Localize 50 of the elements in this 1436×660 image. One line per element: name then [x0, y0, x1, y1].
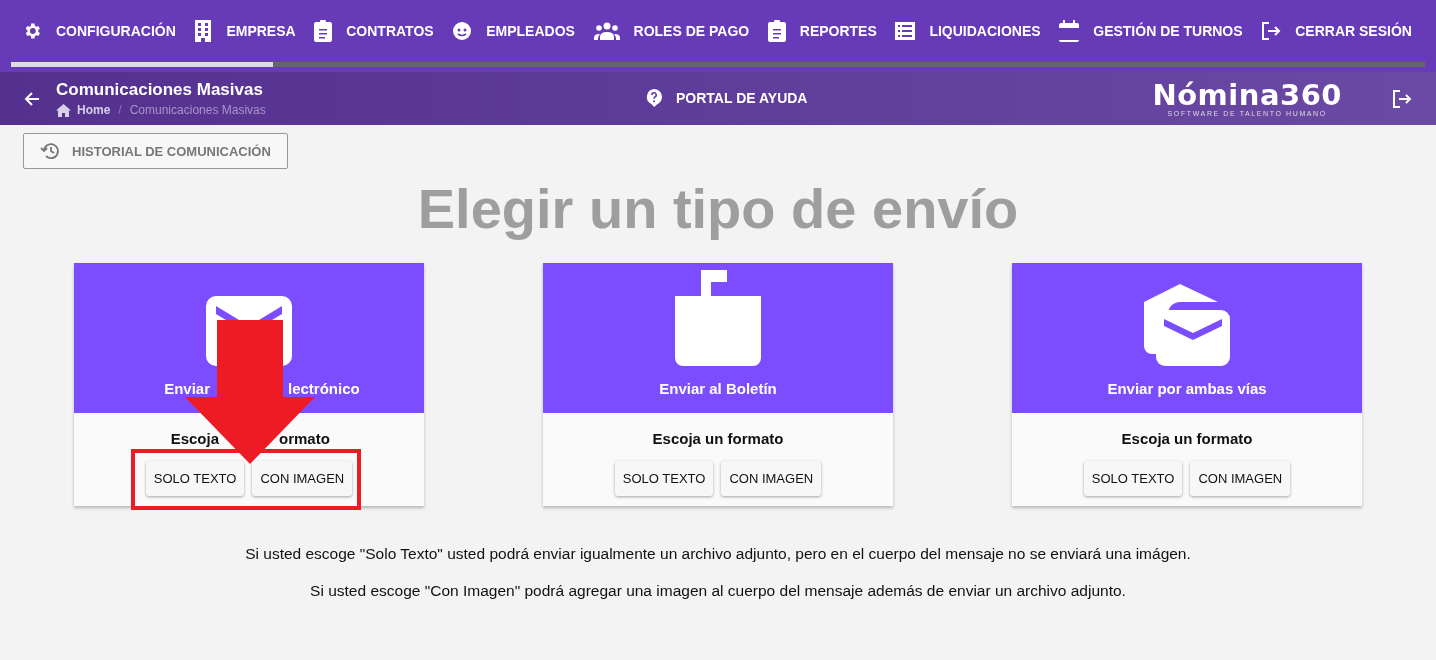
envelopes-icon [1144, 284, 1230, 366]
format-button[interactable]: CON IMAGEN [1190, 461, 1291, 496]
home-icon [56, 103, 71, 117]
format-button[interactable]: SOLO TEXTO [1083, 461, 1183, 496]
format-button[interactable]: SOLO TEXTO [614, 461, 714, 496]
card-title: Enviar por ambas vías [1107, 380, 1267, 397]
breadcrumb-link[interactable]: Home [56, 103, 111, 117]
logout-button[interactable] [1392, 89, 1412, 108]
page-title: Comunicaciones Masivas [56, 80, 264, 100]
format-button[interactable]: CON IMAGEN [252, 461, 353, 496]
list-icon [895, 22, 916, 40]
nav-item[interactable]: ROLES DE PAGO [593, 22, 750, 40]
nav-item[interactable]: LIQUIDACIONES [895, 22, 1041, 40]
card-title: Enviar [164, 380, 210, 397]
clipboard-icon [767, 20, 786, 42]
format-button[interactable]: SOLO TEXTO [145, 461, 245, 496]
help-link[interactable]: PORTAL DE AYUDA [646, 89, 808, 107]
breadcrumb-current: Comunicaciones Masivas [129, 103, 266, 117]
building-icon [194, 20, 213, 42]
group-icon [593, 22, 620, 40]
nav-item[interactable]: EMPRESA [194, 20, 296, 42]
logout-icon [1392, 89, 1412, 108]
info-text: Si usted escoge "Solo Texto" usted podrá enviar igualmente un archivo adjunto, pero en el cuerpo del mensaje no se enviará una imágen. [245, 545, 1191, 563]
format-button[interactable]: CON IMAGEN [721, 461, 822, 496]
card-subtitle: Escoja un formato [1121, 430, 1253, 447]
history-icon [40, 142, 60, 160]
nav-item[interactable]: EMPLEADOS [452, 21, 575, 41]
logo-name: Nómina360 [1152, 80, 1342, 110]
page-heading: Elegir un tipo de envío [416, 177, 1020, 241]
face-icon [452, 21, 473, 41]
card-subtitle: ormato [279, 430, 330, 447]
nav-item[interactable]: CONFIGURACIÓN [22, 21, 176, 41]
card-title: lectrónico [288, 380, 360, 397]
nav-item[interactable]: CONTRATOS [314, 20, 434, 42]
mailbox-icon [675, 270, 761, 366]
nav-item[interactable]: CERRAR SESIÓN [1261, 22, 1412, 40]
back-button[interactable] [24, 90, 40, 107]
card-subtitle: Escoja un formato [652, 430, 784, 447]
info-text: Si usted escoge "Con Imagen" podrá agregar una imagen al cuerpo del mensaje además de enviar un archivo adjunto. [310, 582, 1126, 600]
history-button[interactable]: HISTORIAL DE COMUNICACIÓN [23, 133, 288, 169]
nav-item[interactable]: REPORTES [767, 20, 877, 42]
card-subtitle: Escoja [170, 430, 219, 447]
card-title: Enviar al Boletín [659, 380, 777, 397]
clipboard-icon [314, 20, 333, 42]
logout-icon [1261, 22, 1282, 40]
breadcrumb-separator: / [118, 103, 122, 117]
back-arrow-icon [24, 90, 40, 107]
nav-item[interactable]: GESTIÓN DE TURNOS [1059, 20, 1243, 42]
help-icon [646, 89, 662, 107]
calendar-icon [1059, 20, 1080, 42]
